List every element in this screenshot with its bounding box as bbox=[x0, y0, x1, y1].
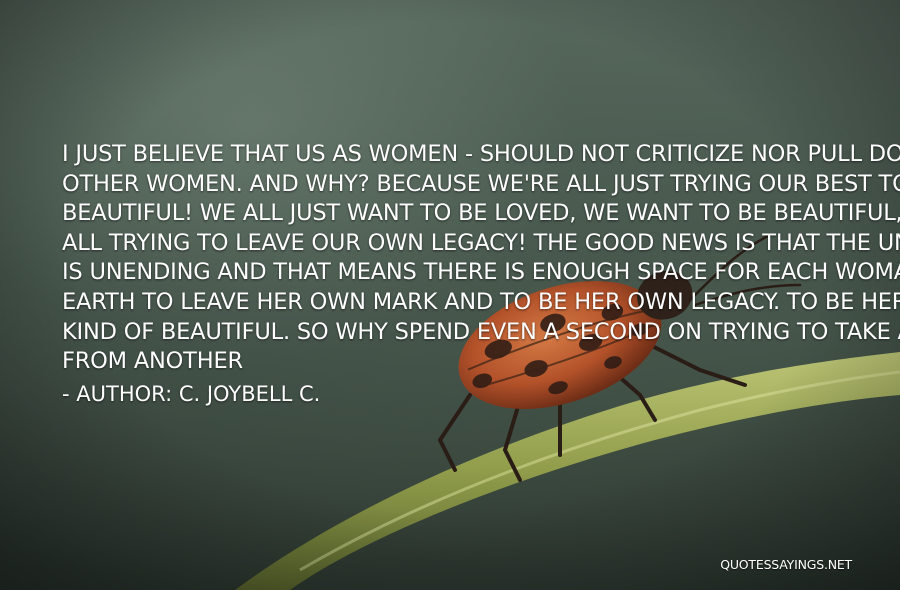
quote-image: I JUST BELIEVE THAT US AS WOMEN - SHOULD… bbox=[0, 0, 900, 590]
quote-line: BEAUTIFUL! WE ALL JUST WANT TO BE LOVED,… bbox=[62, 200, 900, 227]
quote-author: - AUTHOR: C. JOYBELL C. bbox=[62, 382, 321, 406]
quote-line: EARTH TO LEAVE HER OWN MARK AND TO BE HE… bbox=[62, 288, 900, 315]
quote-line: FROM ANOTHER bbox=[62, 348, 243, 375]
quote-line: OTHER WOMEN. AND WHY? BECAUSE WE'RE ALL … bbox=[62, 170, 900, 197]
quote-line: KIND OF BEAUTIFUL. SO WHY SPEND EVEN A S… bbox=[62, 318, 900, 345]
site-watermark: QUOTESSAYINGS.NET bbox=[720, 557, 852, 572]
quote-text: I JUST BELIEVE THAT US AS WOMEN - SHOULD… bbox=[62, 140, 900, 377]
quote-line: ALL TRYING TO LEAVE OUR OWN LEGACY! THE … bbox=[62, 229, 900, 256]
quote-line: I JUST BELIEVE THAT US AS WOMEN - SHOULD… bbox=[62, 141, 900, 167]
quote-line: IS UNENDING AND THAT MEANS THERE IS ENOU… bbox=[62, 259, 900, 286]
